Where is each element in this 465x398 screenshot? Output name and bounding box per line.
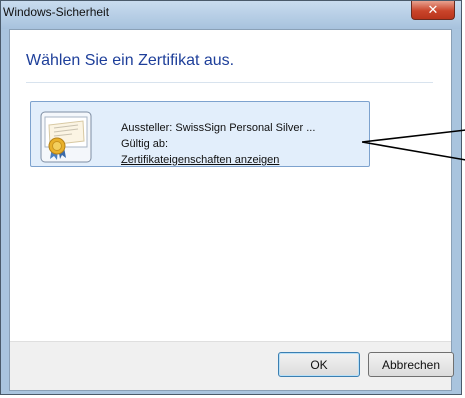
title-bar[interactable]: Windows-Sicherheit ✕	[1, 1, 461, 29]
certificate-item[interactable]: Aussteller: SwissSign Personal Silver ..…	[30, 101, 370, 167]
divider	[26, 82, 433, 83]
dialog-window: Windows-Sicherheit ✕ Wählen Sie ein Zert…	[0, 0, 462, 395]
certificate-issuer: Aussteller: SwissSign Personal Silver ..…	[121, 122, 316, 134]
certificate-valid-from: Gültig ab:	[121, 138, 169, 150]
ok-button[interactable]: OK	[278, 352, 360, 377]
certificate-properties-link[interactable]: Zertifikateigenschaften anzeigen	[121, 152, 315, 168]
close-icon: ✕	[427, 2, 439, 17]
cancel-button[interactable]: Abbrechen	[368, 352, 454, 377]
window-title: Windows-Sicherheit	[3, 5, 110, 19]
dialog-content: Wählen Sie ein Zertifikat aus. Ausstelle…	[9, 29, 454, 391]
certificate-icon	[40, 111, 92, 163]
dialog-heading: Wählen Sie ein Zertifikat aus.	[26, 52, 235, 69]
close-button[interactable]: ✕	[411, 1, 455, 20]
callout-pointer	[362, 129, 465, 161]
dialog-footer: OK Abbrechen	[10, 341, 454, 390]
certificate-details: Aussteller: SwissSign Personal Silver ..…	[121, 120, 315, 168]
